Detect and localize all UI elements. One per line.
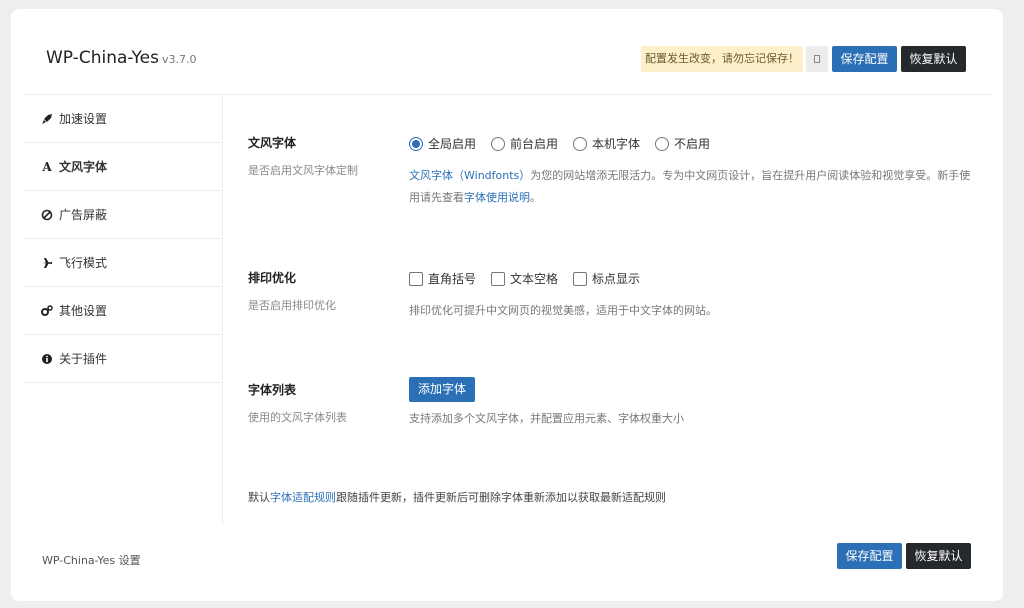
footer-label: WP-China-Yes 设置 bbox=[42, 554, 141, 567]
option-label: 不启用 bbox=[674, 137, 711, 151]
option-frontend[interactable]: 前台启用 bbox=[491, 135, 558, 152]
windfonts-link[interactable]: 文风字体（Windfonts） bbox=[409, 169, 530, 182]
option-label: 文本空格 bbox=[510, 272, 559, 286]
footnote-suffix: 跟随插件更新，插件更新后可删除字体重新添加以获取最新适配规则 bbox=[336, 491, 666, 504]
footer-save-button[interactable]: 保存配置 bbox=[837, 543, 902, 569]
typography-options: 直角括号 文本空格 标点显示 bbox=[409, 270, 655, 287]
option-label: 标点显示 bbox=[592, 272, 641, 286]
checkbox[interactable] bbox=[573, 271, 588, 286]
sidebar: 加速设置 A 文风字体 广告屏蔽 飞行模式 其他设置 关于插件 bbox=[25, 95, 223, 525]
reset-button[interactable]: 恢复默认 bbox=[901, 46, 966, 72]
windfonts-description: 文风字体（Windfonts）为您的网站增添无限活力。专为中文网页设计，旨在提升… bbox=[409, 165, 979, 209]
settings-panel: WP-China-Yes v3.7.0 配置发生改变，请勿忘记保存！ 保存配置 恢… bbox=[11, 9, 1003, 601]
option-corner-brackets[interactable]: 直角括号 bbox=[409, 270, 476, 287]
save-button[interactable]: 保存配置 bbox=[832, 46, 897, 72]
app-title: WP-China-Yes v3.7.0 bbox=[46, 48, 196, 68]
sidebar-item-windfonts[interactable]: A 文风字体 bbox=[25, 143, 222, 191]
typography-subtitle: 是否启用排印优化 bbox=[248, 299, 336, 312]
footer-reset-button[interactable]: 恢复默认 bbox=[906, 543, 971, 569]
font-guide-link[interactable]: 字体使用说明 bbox=[464, 191, 530, 204]
app-version: v3.7.0 bbox=[161, 53, 197, 66]
sidebar-item-adblock[interactable]: 广告屏蔽 bbox=[25, 191, 222, 239]
radio[interactable] bbox=[573, 136, 588, 151]
description-text: 。 bbox=[530, 191, 541, 204]
sidebar-item-about[interactable]: 关于插件 bbox=[25, 335, 222, 383]
font-rules-link[interactable]: 字体适配规则 bbox=[270, 491, 336, 504]
sidebar-item-acceleration[interactable]: 加速设置 bbox=[25, 95, 222, 143]
plane-icon bbox=[41, 257, 53, 269]
option-local[interactable]: 本机字体 bbox=[573, 135, 640, 152]
option-label: 全局启用 bbox=[428, 137, 477, 151]
font-list-title: 字体列表 bbox=[248, 383, 297, 397]
cogs-icon bbox=[41, 304, 53, 317]
option-punctuation[interactable]: 标点显示 bbox=[573, 270, 640, 287]
font-list-subtitle: 使用的文风字体列表 bbox=[248, 411, 347, 424]
rocket-icon bbox=[41, 113, 53, 125]
sidebar-item-other-settings[interactable]: 其他设置 bbox=[25, 287, 222, 335]
option-text-spacing[interactable]: 文本空格 bbox=[491, 270, 558, 287]
typography-description: 排印优化可提升中文网页的视觉美感，适用于中文字体的网站。 bbox=[409, 304, 717, 317]
typography-title: 排印优化 bbox=[248, 271, 297, 285]
expand-icon bbox=[814, 55, 820, 63]
checkbox[interactable] bbox=[491, 271, 506, 286]
app-name: WP-China-Yes bbox=[46, 48, 159, 68]
content-area: 文风字体 是否启用文风字体定制 全局启用 前台启用 本机字体 不启用 文风字体（… bbox=[224, 95, 993, 525]
windfonts-options: 全局启用 前台启用 本机字体 不启用 bbox=[409, 135, 725, 152]
expand-button[interactable] bbox=[806, 46, 828, 72]
footnote: 默认字体适配规则跟随插件更新，插件更新后可删除字体重新添加以获取最新适配规则 bbox=[248, 489, 666, 505]
radio-checked[interactable] bbox=[409, 136, 423, 151]
option-disabled[interactable]: 不启用 bbox=[655, 135, 710, 152]
unsaved-notice: 配置发生改变，请勿忘记保存！ bbox=[641, 46, 803, 72]
font-list-description: 支持添加多个文风字体，并配置应用元素、字体权重大小 bbox=[409, 412, 684, 425]
radio[interactable] bbox=[491, 136, 506, 151]
sidebar-item-flight-mode[interactable]: 飞行模式 bbox=[25, 239, 222, 287]
option-label: 本机字体 bbox=[592, 137, 641, 151]
footnote-prefix: 默认 bbox=[248, 491, 270, 504]
font-icon: A bbox=[42, 159, 52, 174]
sidebar-item-label: 文风字体 bbox=[59, 160, 108, 174]
ban-icon bbox=[41, 209, 53, 221]
option-global[interactable]: 全局启用 bbox=[409, 135, 476, 152]
option-label: 直角括号 bbox=[428, 272, 477, 286]
option-label: 前台启用 bbox=[510, 137, 559, 151]
sidebar-item-label: 广告屏蔽 bbox=[59, 208, 108, 222]
sidebar-item-label: 关于插件 bbox=[59, 352, 108, 366]
add-font-button[interactable]: 添加字体 bbox=[409, 377, 475, 402]
header: WP-China-Yes v3.7.0 配置发生改变，请勿忘记保存！ 保存配置 恢… bbox=[11, 9, 1003, 95]
sidebar-item-label: 飞行模式 bbox=[59, 256, 108, 270]
sidebar-item-label: 其他设置 bbox=[59, 304, 108, 318]
checkbox[interactable] bbox=[409, 271, 423, 286]
sidebar-item-label: 加速设置 bbox=[59, 112, 108, 126]
info-icon bbox=[41, 353, 53, 365]
windfonts-title: 文风字体 bbox=[248, 136, 297, 150]
windfonts-subtitle: 是否启用文风字体定制 bbox=[248, 164, 358, 177]
radio[interactable] bbox=[655, 136, 670, 151]
